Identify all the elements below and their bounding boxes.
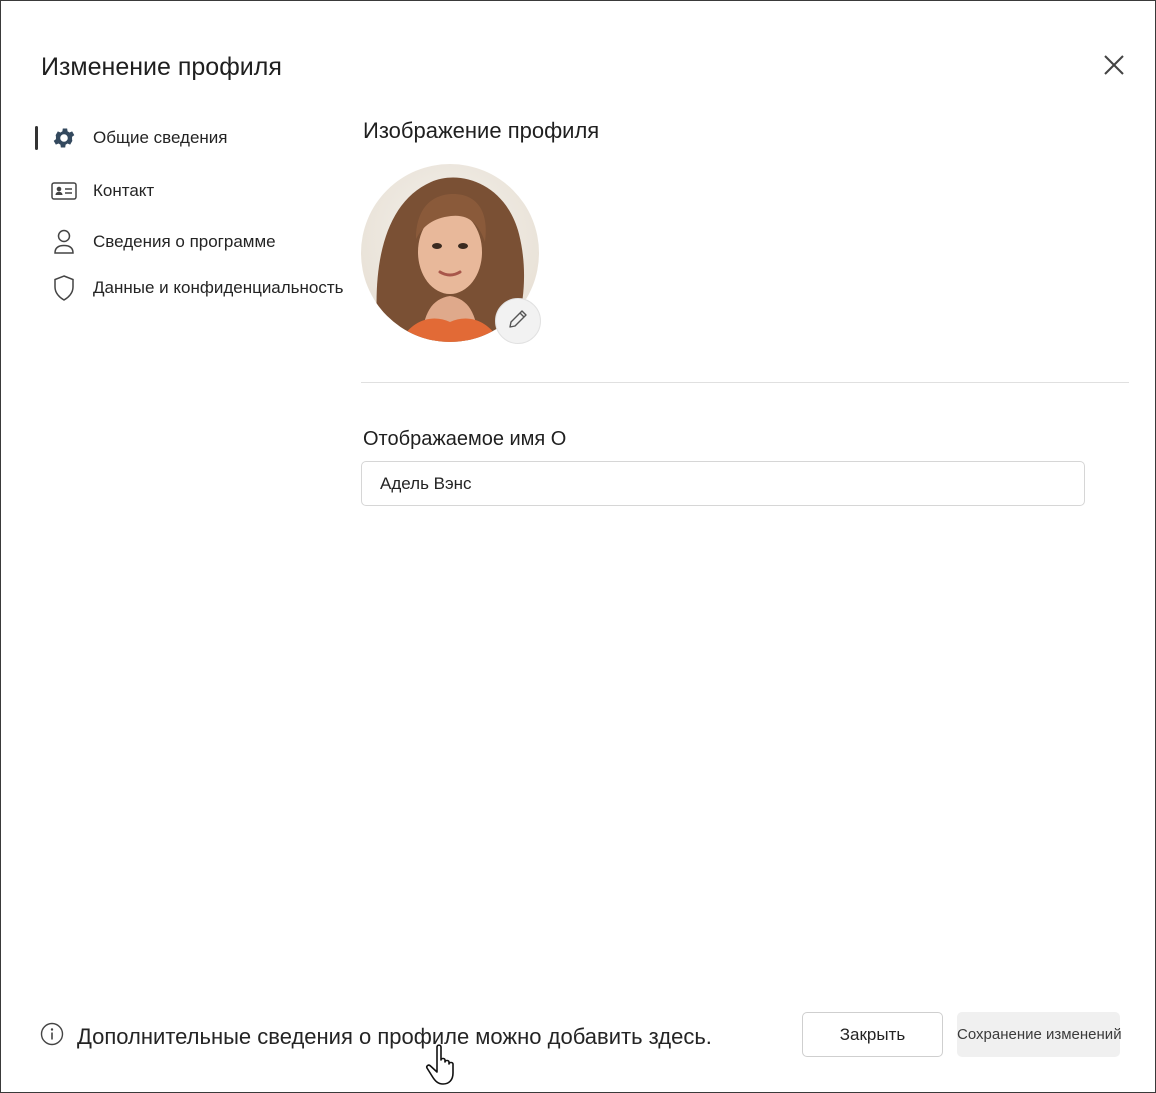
sidebar-item-label: Контакт — [93, 181, 155, 200]
profile-image-title: Изображение профиля — [363, 118, 600, 143]
info-message: Дополнительные сведения о профиле можно … — [40, 1022, 712, 1051]
display-name-label: Отображаемое имя О — [363, 428, 567, 450]
sidebar-item-general[interactable]: Общие сведения — [35, 120, 228, 156]
edit-avatar-button[interactable] — [495, 298, 541, 344]
sidebar-item-privacy[interactable]: Данные и конфиденциальность — [35, 270, 344, 306]
sidebar-item-contact[interactable]: Контакт — [35, 173, 154, 209]
pencil-icon — [506, 307, 530, 336]
gear-icon — [35, 125, 93, 151]
display-name-input[interactable] — [361, 461, 1085, 506]
section-divider — [361, 382, 1129, 383]
close-icon[interactable] — [1099, 50, 1129, 80]
close-button[interactable]: Закрыть — [802, 1012, 943, 1057]
contact-card-icon — [35, 180, 93, 202]
sidebar-item-label: Данные и конфиденциальность — [93, 278, 344, 297]
hand-cursor-icon — [424, 1043, 464, 1092]
shield-icon — [35, 274, 93, 302]
save-button[interactable]: Сохранение изменений — [957, 1012, 1122, 1057]
dialog-frame — [0, 0, 1156, 1093]
sidebar-item-label: Общие сведения — [93, 128, 228, 147]
info-icon — [40, 1022, 64, 1051]
person-icon — [35, 228, 93, 256]
sidebar-item-label: Сведения о программе — [93, 232, 276, 251]
info-text: Дополнительные сведения о профиле можно … — [77, 1023, 712, 1049]
sidebar-item-about[interactable]: Сведения о программе — [35, 224, 276, 260]
dialog-title: Изменение профиля — [41, 53, 282, 81]
